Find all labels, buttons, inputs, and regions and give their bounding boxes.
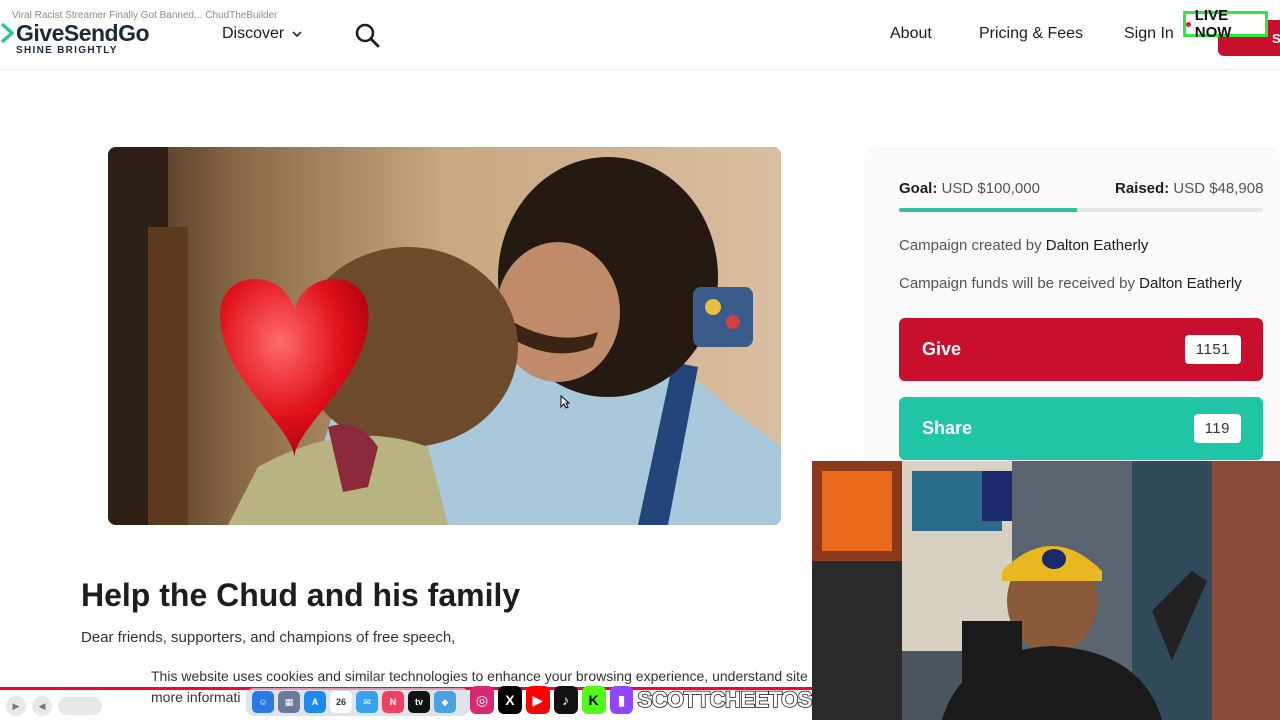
campaign-title: Help the Chud and his family	[81, 577, 521, 613]
share-button[interactable]: Share 119	[899, 397, 1263, 460]
give-button[interactable]: Give 1151	[899, 318, 1263, 381]
cookie-banner-text: This website uses cookies and similar te…	[151, 668, 850, 684]
brand-name: GiveSendGo	[16, 20, 150, 46]
campaign-creator: Campaign created by Dalton Eatherly	[899, 237, 1148, 254]
give-button-label: Give	[922, 339, 962, 359]
nav-about[interactable]: About	[890, 25, 932, 43]
goal-label: Goal:	[899, 180, 938, 197]
progress-fill	[899, 208, 1077, 212]
tiktok-icon: ♪	[553, 686, 578, 714]
campaign-hero-image	[108, 147, 781, 525]
campaign-beneficiary: Campaign funds will be received by Dalto…	[899, 275, 1242, 292]
player-controls: ▶ ◀	[6, 696, 102, 716]
nav-sign-in[interactable]: Sign In	[1124, 25, 1174, 43]
search-icon[interactable]	[354, 22, 380, 48]
launchpad-icon[interactable]: ▦	[278, 691, 300, 713]
streamer-handle: SCOTTCHEETOS	[637, 686, 814, 713]
youtube-icon: ▶	[525, 686, 550, 714]
live-dot-icon	[1186, 21, 1191, 27]
finder-icon[interactable]: ☺	[252, 691, 274, 713]
raised-value: USD $48,908	[1173, 180, 1264, 197]
raised-amount: Raised: USD $48,908	[1115, 180, 1263, 197]
kick-icon: K	[581, 686, 606, 714]
logo-arrow-icon	[0, 22, 14, 44]
give-count-badge: 1151	[1184, 335, 1241, 364]
chevron-down-icon	[292, 30, 302, 37]
apple-tv-icon[interactable]: tv	[408, 691, 430, 713]
discover-label: Discover	[222, 25, 285, 42]
mac-dock: ☺ ▦ A 26 ✉ N tv ◆	[246, 688, 470, 716]
preview-icon[interactable]: ◆	[434, 691, 456, 713]
time-display	[58, 697, 102, 715]
brand-tagline: SHINE BRIGHTLY	[16, 45, 118, 56]
goal-value: USD $100,000	[941, 180, 1040, 197]
beneficiary-prefix: Campaign funds will be received by	[899, 275, 1135, 292]
streamer-webcam	[812, 461, 1280, 720]
site-header: Viral Racist Streamer Finally Got Banned…	[0, 0, 1280, 70]
play-icon[interactable]: ▶	[6, 696, 26, 716]
mail-icon[interactable]: ✉	[356, 691, 378, 713]
cookie-more-info-link[interactable]: more informati	[151, 689, 240, 705]
fundraising-progress-bar	[899, 208, 1263, 212]
mouse-cursor-icon	[560, 395, 570, 409]
goal-amount: Goal: USD $100,000	[899, 180, 1040, 197]
app-store-icon[interactable]: A	[304, 691, 326, 713]
x-icon: X	[497, 686, 522, 714]
beneficiary-name[interactable]: Dalton Eatherly	[1139, 275, 1242, 292]
share-count-badge: 119	[1193, 414, 1241, 443]
volume-icon[interactable]: ◀	[32, 696, 52, 716]
instagram-icon: ◎	[470, 686, 494, 714]
news-icon[interactable]: N	[382, 691, 404, 713]
creator-prefix: Campaign created by	[899, 237, 1042, 254]
campaign-greeting: Dear friends, supporters, and champions …	[81, 629, 456, 646]
start-button-label: Start	[1272, 31, 1280, 46]
discover-menu[interactable]: Discover	[222, 25, 302, 43]
creator-name[interactable]: Dalton Eatherly	[1046, 237, 1149, 254]
nav-pricing-fees[interactable]: Pricing & Fees	[979, 25, 1083, 43]
live-now-label: LIVE NOW	[1194, 7, 1232, 41]
player-time-indicator	[4, 671, 14, 685]
share-button-label: Share	[922, 418, 973, 438]
calendar-icon[interactable]: 26	[330, 691, 352, 713]
streamer-social-strip: ◎ X ▶ ♪ K ▮ SCOTTCHEETOS	[470, 684, 814, 716]
twitch-icon: ▮	[609, 686, 634, 714]
live-now-badge: LIVE NOW	[1183, 7, 1268, 41]
raised-label: Raised:	[1115, 180, 1170, 197]
